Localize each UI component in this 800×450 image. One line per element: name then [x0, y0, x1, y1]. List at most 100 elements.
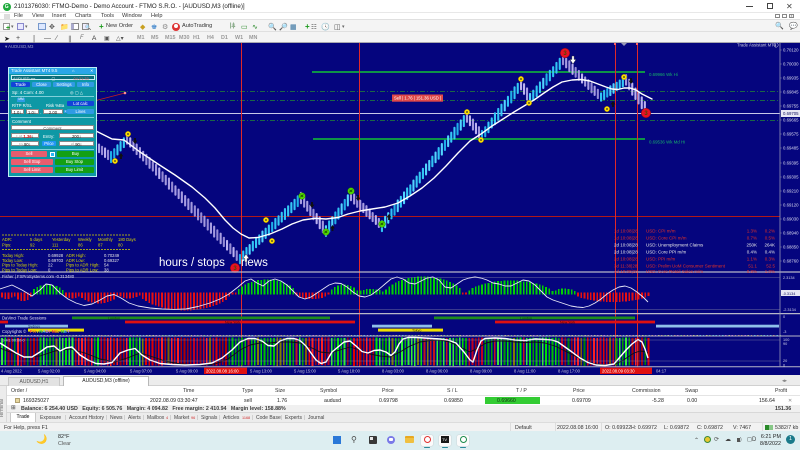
svg-text:0.68760: 0.68760 [783, 259, 799, 264]
svg-text:DaVinci Trade Sessions: DaVinci Trade Sessions [2, 316, 46, 321]
svg-text:0.69536 Wk Md Hi: 0.69536 Wk Md Hi [649, 140, 685, 145]
svg-text:2d 10:08|28: 2d 10:08|28 [614, 257, 638, 262]
svg-text:90: 90 [783, 342, 787, 346]
svg-text:38: 38 [104, 267, 109, 272]
svg-text:Sydney: Sydney [28, 325, 40, 329]
svg-text:.: . [58, 329, 59, 334]
svg-text:0.68940: 0.68940 [783, 231, 799, 236]
svg-text:Tokyo: Tokyo [412, 328, 421, 332]
svg-text:-3: -3 [783, 330, 786, 334]
svg-text:0: 0 [783, 315, 785, 319]
svg-text:0.4%: 0.4% [747, 250, 757, 255]
svg-text:1d 10:08|28: 1d 10:08|28 [614, 229, 638, 234]
svg-text:5 Aug 07:00: 5 Aug 07:00 [130, 369, 153, 374]
svg-text:Sell | 1.76 | 151.36 USD |: Sell | 1.76 | 151.36 USD | [394, 96, 441, 101]
svg-text:hours / stops: hours / stops [159, 257, 225, 269]
svg-text:2022.08.09 03:30: 2022.08.09 03:30 [602, 369, 635, 374]
svg-text:0.69305: 0.69305 [783, 175, 799, 180]
svg-text:USD: PPI m/m: USD: PPI m/m [646, 257, 676, 262]
svg-text:0.69395: 0.69395 [783, 161, 799, 166]
svg-text:-2.3134: -2.3134 [783, 308, 796, 312]
svg-text:Fisher | FXProSystems.com -0.3: Fisher | FXProSystems.com -0.313480 [2, 274, 75, 279]
svg-text:86: 86 [78, 243, 83, 248]
svg-text:4d 10:08|28: 4d 10:08|28 [614, 269, 638, 274]
svg-text:USD: Core Retail Sales m/m: USD: Core Retail Sales m/m [646, 269, 703, 274]
svg-text:I: I [49, 329, 50, 334]
svg-text:3d 11:38|28: 3d 11:38|28 [614, 264, 638, 269]
svg-text:4 Aug 2022: 4 Aug 2022 [1, 369, 22, 374]
svg-text:Pips to ADR Low:: Pips to ADR Low: [66, 267, 99, 272]
svg-text:0.3%: 0.3% [765, 257, 775, 262]
svg-text:5 Aug 15:00: 5 Aug 15:00 [294, 369, 317, 374]
svg-text:0.4%: 0.4% [765, 250, 775, 255]
svg-text:0.70120: 0.70120 [783, 48, 799, 53]
svg-text:0.68850: 0.68850 [783, 245, 799, 250]
svg-text:250K: 250K [746, 243, 757, 248]
svg-text:2022.08.08 16:00: 2022.08.08 16:00 [206, 369, 239, 374]
svg-text:80: 80 [118, 243, 123, 248]
svg-text:8 Aug 06:00: 8 Aug 06:00 [426, 369, 449, 374]
svg-text:New York: New York [560, 320, 575, 324]
svg-text:Trade Assistant MT4: Trade Assistant MT4 [737, 43, 777, 48]
svg-text:0.7%: 0.7% [747, 236, 757, 241]
svg-text:8 Aug 11:00: 8 Aug 11:00 [514, 369, 536, 374]
svg-text:0.69705: 0.69705 [783, 111, 799, 116]
svg-text:5 Aug 09:00: 5 Aug 09:00 [176, 369, 199, 374]
svg-text:20: 20 [783, 359, 787, 363]
svg-text:London: London [520, 316, 532, 320]
svg-text:USD: Unemployment Claims: USD: Unemployment Claims [646, 243, 704, 248]
svg-text:92: 92 [30, 243, 35, 248]
svg-text:USD: Core PPI m/m: USD: Core PPI m/m [646, 250, 687, 255]
svg-text:8 Aug 09:00: 8 Aug 09:00 [470, 369, 493, 374]
svg-text:T: T [67, 329, 70, 334]
svg-text:264K: 264K [764, 243, 775, 248]
svg-text:-0.3134: -0.3134 [783, 292, 796, 296]
svg-text:5 Aug 13:00: 5 Aug 13:00 [250, 369, 273, 374]
svg-text:Weekly: Weekly [78, 237, 93, 242]
svg-text:111: 111 [52, 243, 59, 248]
svg-text:2d 10:08|28: 2d 10:08|28 [614, 243, 638, 248]
svg-text:Copyrights ©: Copyrights © [2, 329, 27, 334]
svg-text:Pips:: Pips: [2, 243, 11, 248]
svg-text:5 Aug 04:00: 5 Aug 04:00 [84, 369, 107, 374]
svg-text:Yesterday: Yesterday [52, 237, 71, 242]
svg-text:0: 0 [783, 364, 785, 368]
svg-text:USD: CPI m/m: USD: CPI m/m [646, 229, 676, 234]
svg-text:0.69845: 0.69845 [783, 90, 799, 95]
svg-text:5 Aug 02:00: 5 Aug 02:00 [38, 369, 61, 374]
svg-text:51.1: 51.1 [748, 264, 757, 269]
svg-text:1d 10:08|28: 1d 10:08|28 [614, 236, 638, 241]
svg-text:1.1%: 1.1% [747, 257, 757, 262]
svg-text:0.69120: 0.69120 [783, 203, 799, 208]
svg-text:1.0%: 1.0% [765, 269, 775, 274]
svg-text:ADR:: ADR: [2, 237, 12, 242]
svg-text:2d 10:08|28: 2d 10:08|28 [614, 250, 638, 255]
svg-text:0.69755: 0.69755 [783, 104, 799, 109]
svg-text:Pips to Today Low:: Pips to Today Low: [2, 267, 37, 272]
svg-text:0.5%: 0.5% [765, 236, 775, 241]
svg-text:5 Aug 18:00: 5 Aug 18:00 [338, 369, 361, 374]
svg-text:8 Aug 17:00: 8 Aug 17:00 [558, 369, 581, 374]
svg-text:▾ AUDUSD,M3: ▾ AUDUSD,M3 [5, 44, 34, 49]
svg-text:Monthly: Monthly [98, 237, 114, 242]
svg-text:New York: New York [225, 320, 240, 324]
svg-text:0.2%: 0.2% [765, 229, 775, 234]
svg-text:USD: Core CPI m/m: USD: Core CPI m/m [646, 236, 687, 241]
svg-text:0.69935: 0.69935 [783, 76, 799, 81]
svg-text:USD: Prelim UoM Consumer Senti: USD: Prelim UoM Consumer Sentiment [646, 264, 726, 269]
svg-text:5 days: 5 days [30, 237, 42, 242]
svg-text:0.8%: 0.8% [747, 269, 757, 274]
svg-text:04:17: 04:17 [656, 369, 667, 374]
svg-text:0.69575: 0.69575 [783, 132, 799, 137]
svg-text:0.69966 Wk Hi: 0.69966 Wk Hi [649, 72, 678, 77]
svg-text:1.3%: 1.3% [747, 229, 757, 234]
svg-text:8 Aug 03:00: 8 Aug 03:00 [382, 369, 405, 374]
svg-text:2.3134: 2.3134 [783, 276, 795, 280]
svg-text:0.69030: 0.69030 [783, 217, 799, 222]
svg-text:0.70030: 0.70030 [783, 62, 799, 67]
svg-text:0.69665: 0.69665 [783, 118, 799, 123]
svg-text:180 Days: 180 Days [118, 237, 136, 242]
svg-text:London: London [108, 316, 120, 320]
svg-text:0.69210: 0.69210 [783, 189, 799, 194]
svg-text:52.5: 52.5 [766, 264, 775, 269]
